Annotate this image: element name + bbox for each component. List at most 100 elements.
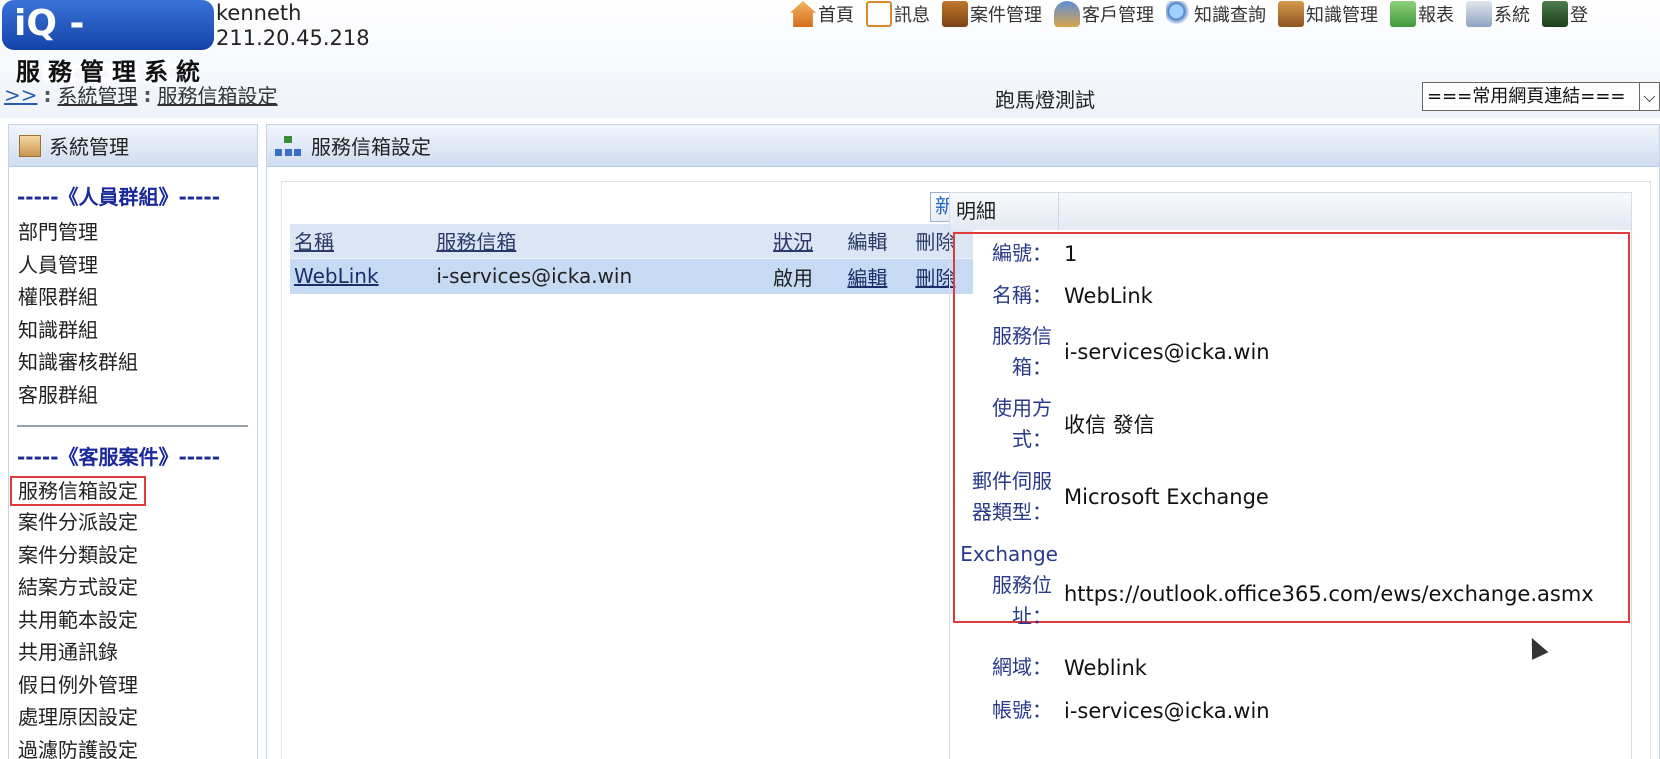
mailbox-table: 名稱 服務信箱 狀況 編輯 刪除 WebLink i-services@icka… bbox=[290, 224, 973, 294]
main-title: 服務信箱設定 bbox=[311, 135, 431, 159]
detail-row-domain: 網域： Weblink bbox=[956, 652, 1626, 683]
nav-customer-management[interactable]: 客戶管理 bbox=[1054, 0, 1154, 28]
row-name-link[interactable]: WebLink bbox=[294, 264, 379, 288]
sidebar-item-service-groups[interactable]: 客服群組 bbox=[9, 379, 257, 412]
sidebar-item-handling-reasons[interactable]: 處理原因設定 bbox=[9, 701, 257, 734]
nav-system[interactable]: 系統 bbox=[1466, 0, 1530, 28]
detail-label: 郵件伺服器類型： bbox=[972, 469, 1052, 524]
breadcrumb: >> : 系統管理 : 服務信箱設定 bbox=[4, 80, 278, 109]
detail-row-exchange-url: Exchange 服務位址： https://outlook.office365… bbox=[956, 539, 1626, 632]
sidebar-title: 系統管理 bbox=[49, 135, 129, 159]
chevron-down-icon[interactable]: ⌵ bbox=[1639, 83, 1659, 110]
breadcrumb-separator: : bbox=[43, 82, 52, 107]
sidebar-item-shared-templates[interactable]: 共用範本設定 bbox=[9, 604, 257, 637]
marquee-text: 跑馬燈測試 bbox=[995, 88, 1095, 112]
breadcrumb-separator: : bbox=[143, 82, 152, 107]
mail-icon bbox=[866, 1, 892, 27]
nav-label: 報表 bbox=[1418, 5, 1454, 26]
row-mailbox: i-services@icka.win bbox=[432, 257, 770, 294]
detail-label: 帳號： bbox=[992, 698, 1052, 722]
detail-pane: 明細 編號： 1 名稱： WebLink 服務信箱： i-services@ic… bbox=[949, 192, 1632, 759]
system-icon bbox=[1466, 1, 1492, 27]
breadcrumb-home-link[interactable]: >> bbox=[4, 83, 38, 107]
detail-row-name: 名稱： WebLink bbox=[956, 280, 1626, 311]
book-icon bbox=[1278, 1, 1304, 27]
search-icon bbox=[1166, 1, 1192, 27]
detail-label: 使用方式： bbox=[992, 396, 1052, 451]
nav-reports[interactable]: 報表 bbox=[1390, 0, 1454, 28]
sidebar-item-knowledge-groups[interactable]: 知識群組 bbox=[9, 314, 257, 347]
nav-label: 訊息 bbox=[894, 5, 930, 26]
column-header-status[interactable]: 狀況 bbox=[769, 224, 844, 258]
column-header-mailbox[interactable]: 服務信箱 bbox=[432, 224, 770, 258]
sidebar-item-case-category[interactable]: 案件分類設定 bbox=[9, 539, 257, 572]
nav-label: 首頁 bbox=[818, 5, 854, 26]
column-header-edit: 編輯 bbox=[843, 224, 912, 258]
detail-row-usage: 使用方式： 收信 發信 bbox=[956, 393, 1626, 455]
row-status: 啟用 bbox=[769, 257, 844, 294]
detail-value: WebLink bbox=[1064, 283, 1153, 308]
content-frame: 新增 名稱 服務信箱 狀況 編輯 刪除 WebLink i-services@i… bbox=[281, 181, 1651, 759]
sidebar-item-shared-contacts[interactable]: 共用通訊錄 bbox=[9, 636, 257, 669]
nav-label: 系統 bbox=[1494, 5, 1530, 26]
sidebar-item-permission-groups[interactable]: 權限群組 bbox=[9, 281, 257, 314]
nav-messages[interactable]: 訊息 bbox=[866, 0, 930, 28]
exit-icon bbox=[1542, 1, 1568, 27]
report-icon bbox=[1390, 1, 1416, 27]
nav-knowledge-management[interactable]: 知識管理 bbox=[1278, 0, 1378, 28]
detail-label: 編號： bbox=[992, 241, 1052, 265]
quicklinks-selected: ===常用網頁連結=== bbox=[1427, 86, 1626, 107]
table-header-row: 名稱 服務信箱 狀況 編輯 刪除 bbox=[290, 224, 973, 258]
nav-knowledge-search[interactable]: 知識查詢 bbox=[1166, 0, 1266, 28]
sidebar-item-holiday-exceptions[interactable]: 假日例外管理 bbox=[9, 669, 257, 702]
sidebar-item-service-mailbox[interactable]: 服務信箱設定 bbox=[10, 476, 146, 506]
detail-row-account: 帳號： i-services@icka.win bbox=[956, 695, 1626, 726]
nav-label: 知識查詢 bbox=[1194, 5, 1266, 26]
nav-label: 登 bbox=[1570, 5, 1588, 26]
nav-label: 知識管理 bbox=[1306, 5, 1378, 26]
nav-case-management[interactable]: 案件管理 bbox=[942, 0, 1042, 28]
breadcrumb-system-link[interactable]: 系統管理 bbox=[58, 80, 138, 109]
app-logo[interactable]: iQ - Support 服務管理系統 bbox=[2, 0, 214, 92]
sidebar-divider bbox=[17, 425, 248, 427]
detail-row-mailbox: 服務信箱： i-services@icka.win bbox=[956, 321, 1626, 383]
detail-row-id: 編號： 1 bbox=[956, 238, 1626, 269]
sidebar-item-filter-protection[interactable]: 過濾防護設定 bbox=[9, 734, 257, 759]
detail-value: 收信 發信 bbox=[1064, 413, 1155, 437]
detail-header-label: 明細 bbox=[950, 193, 1059, 230]
detail-value: i-services@icka.win bbox=[1064, 698, 1270, 723]
sidebar-item-departments[interactable]: 部門管理 bbox=[9, 216, 257, 249]
column-header-name[interactable]: 名稱 bbox=[290, 224, 433, 258]
main-header: 服務信箱設定 bbox=[267, 125, 1659, 167]
sidebar-group-title: -----《客服案件》----- bbox=[17, 445, 221, 469]
nav-home[interactable]: 首頁 bbox=[790, 0, 854, 28]
settings-icon bbox=[19, 134, 41, 157]
user-name: kenneth bbox=[216, 1, 302, 25]
quicklinks-select[interactable]: ===常用網頁連結=== ⌵ bbox=[1422, 82, 1660, 111]
detail-label: Exchange 服務位址： bbox=[960, 542, 1058, 628]
detail-value: Microsoft Exchange bbox=[1064, 485, 1269, 509]
top-header: iQ - Support 服務管理系統 kenneth 211.20.45.21… bbox=[0, 0, 1660, 118]
detail-value: i-services@icka.win bbox=[1064, 340, 1270, 364]
sidebar-item-knowledge-review-groups[interactable]: 知識審核群組 bbox=[9, 346, 257, 379]
case-icon bbox=[942, 1, 968, 27]
sidebar-item-personnel[interactable]: 人員管理 bbox=[9, 249, 257, 282]
detail-header: 明細 bbox=[950, 193, 1631, 230]
sitemap-icon bbox=[275, 135, 301, 156]
detail-value: https://outlook.office365.com/ews/exchan… bbox=[1064, 581, 1594, 606]
sidebar: 系統管理 -----《人員群組》----- 部門管理 人員管理 權限群組 知識群… bbox=[8, 124, 258, 759]
logo-badge: iQ - Support bbox=[2, 0, 214, 92]
detail-label: 服務信箱： bbox=[992, 324, 1052, 379]
sidebar-item-case-dispatch[interactable]: 案件分派設定 bbox=[9, 506, 257, 539]
detail-label: 網域： bbox=[992, 655, 1052, 679]
row-edit-link[interactable]: 編輯 bbox=[847, 266, 887, 290]
nav-logout[interactable]: 登 bbox=[1542, 0, 1588, 28]
main-panel: 服務信箱設定 新增 名稱 服務信箱 狀況 編輯 刪除 WebLink i-ser… bbox=[266, 124, 1660, 759]
detail-value: 1 bbox=[1064, 241, 1078, 266]
sidebar-header: 系統管理 bbox=[9, 125, 257, 167]
nav-label: 案件管理 bbox=[970, 5, 1042, 26]
breadcrumb-current-link[interactable]: 服務信箱設定 bbox=[158, 80, 278, 109]
sidebar-item-closing-method[interactable]: 結案方式設定 bbox=[9, 571, 257, 604]
table-row[interactable]: WebLink i-services@icka.win 啟用 編輯 刪除 bbox=[290, 257, 973, 294]
detail-row-server-type: 郵件伺服器類型： Microsoft Exchange bbox=[956, 466, 1626, 528]
